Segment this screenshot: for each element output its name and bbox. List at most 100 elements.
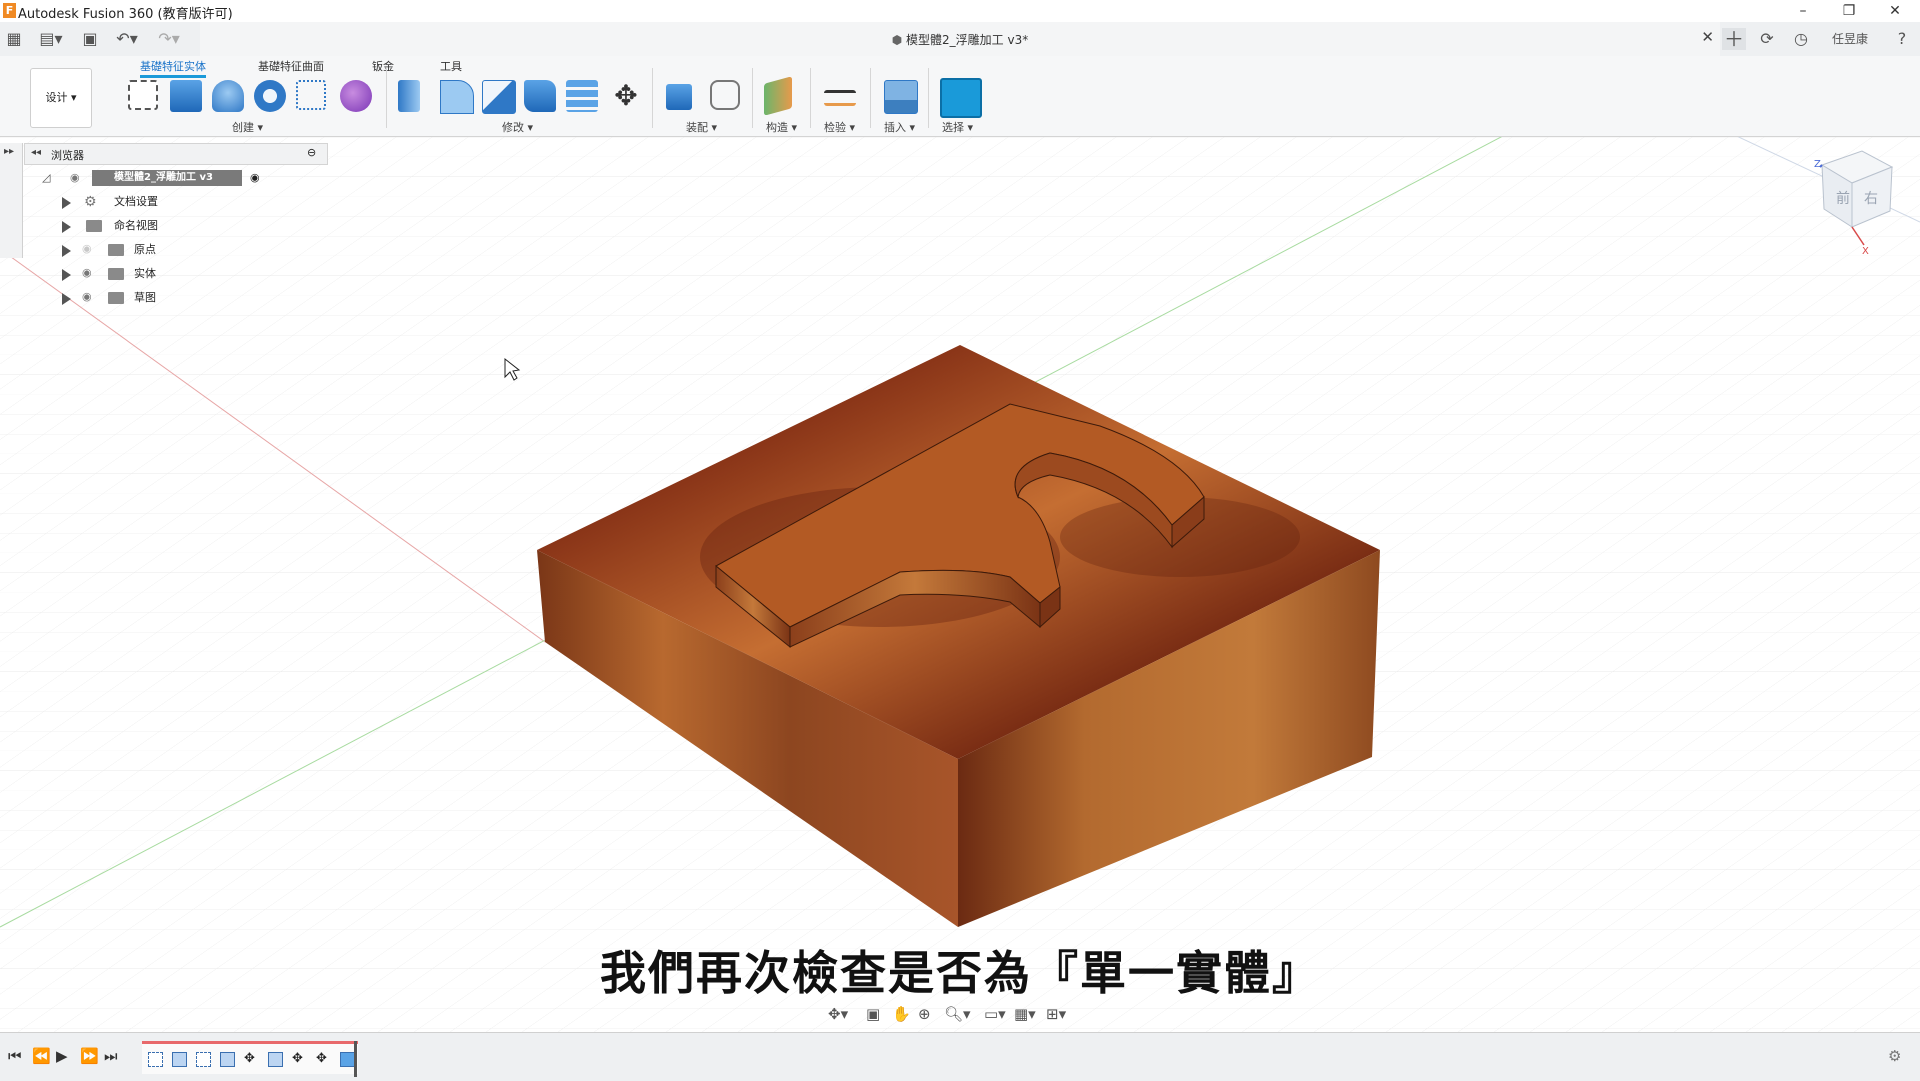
eye-icon[interactable]: ◉	[82, 267, 96, 278]
folder-icon	[108, 244, 124, 256]
timeline-move-icon[interactable]: ✥	[316, 1052, 329, 1065]
zoom-icon[interactable]: ⊕	[918, 1005, 931, 1023]
pattern-icon[interactable]	[296, 80, 326, 110]
browser-header: ◂◂ 浏览器 ⊖	[24, 143, 328, 165]
expand-icon[interactable]	[62, 221, 71, 233]
app-grid-icon[interactable]: ▦	[4, 28, 24, 50]
save-icon[interactable]: ▣	[80, 28, 100, 50]
separator	[810, 68, 811, 128]
help-icon[interactable]: ?	[1892, 28, 1912, 50]
chamfer-icon[interactable]	[482, 80, 516, 114]
group-insert[interactable]: 插入 ▾	[884, 119, 915, 135]
timeline-extrude-icon[interactable]	[268, 1052, 283, 1067]
measure-icon[interactable]	[824, 90, 856, 106]
expand-icon[interactable]	[62, 245, 71, 257]
activate-component-icon[interactable]: ◉	[250, 167, 260, 189]
browser-item-document-settings[interactable]: ⚙ 文档设置	[24, 191, 326, 213]
display-settings-icon[interactable]: ▭▾	[984, 1005, 1006, 1023]
redo-icon[interactable]: ↷▾	[154, 28, 184, 50]
timeline-first-icon[interactable]: ⏮	[8, 1047, 22, 1065]
group-select[interactable]: 选择 ▾	[942, 119, 973, 135]
timeline-sketch-icon[interactable]	[148, 1052, 163, 1067]
press-pull-icon[interactable]	[398, 80, 420, 112]
left-panel-strip[interactable]: ▸▸	[0, 143, 23, 258]
viewcube-z-axis-label: Z	[1814, 159, 1821, 170]
timeline-prev-icon[interactable]: ⏪	[32, 1047, 51, 1065]
fit-icon[interactable]: 🔍︎▾	[944, 1005, 971, 1023]
timeline-play-icon[interactable]: ▶	[56, 1047, 68, 1065]
look-at-icon[interactable]: ▣	[866, 1005, 880, 1023]
fusion-logo-icon: F	[3, 3, 16, 18]
expand-icon[interactable]	[62, 293, 71, 305]
orbit-icon[interactable]: ✥▾	[828, 1005, 848, 1023]
browser-pin-icon[interactable]: ⊖	[307, 146, 316, 159]
eye-hidden-icon[interactable]: ◉	[82, 243, 96, 254]
eye-icon[interactable]: ◉	[70, 172, 84, 183]
restore-button[interactable]: ❐	[1826, 0, 1872, 22]
joint-icon[interactable]	[710, 80, 740, 110]
close-window-button[interactable]: ✕	[1872, 0, 1918, 22]
timeline-combine-icon[interactable]	[340, 1052, 355, 1067]
file-menu-icon[interactable]: ▤▾	[36, 28, 66, 50]
tab-sheet-metal[interactable]: 钣金	[372, 58, 394, 74]
job-status-icon[interactable]: ⟳	[1756, 28, 1778, 50]
extrude-icon[interactable]	[170, 80, 202, 112]
group-modify[interactable]: 修改 ▾	[502, 119, 533, 135]
clock-icon[interactable]: ◷	[1790, 28, 1812, 50]
timeline-move-icon[interactable]: ✥	[292, 1052, 305, 1065]
insert-image-icon[interactable]	[884, 80, 918, 114]
expand-icon[interactable]	[62, 269, 71, 281]
expand-icon[interactable]	[62, 197, 71, 209]
offset-plane-icon[interactable]	[764, 76, 792, 116]
document-tab[interactable]: ⬢ 模型體2_浮雕加工 v3* ✕	[200, 22, 1720, 56]
move-icon[interactable]: ✥	[610, 80, 642, 112]
timeline-move-icon[interactable]: ✥	[244, 1052, 257, 1065]
browser-panel: ◂◂ 浏览器 ⊖ ◿ ◉ 模型體2_浮雕加工 v3 ◉ ⚙ 文档设置 命名视图 …	[24, 143, 328, 305]
undo-icon[interactable]: ↶▾	[112, 28, 142, 50]
grid-settings-icon[interactable]: ▦▾	[1014, 1005, 1036, 1023]
form-icon[interactable]	[340, 80, 372, 112]
select-icon[interactable]	[940, 78, 982, 118]
timeline-sketch-icon[interactable]	[196, 1052, 211, 1067]
timeline-extrude-icon[interactable]	[220, 1052, 235, 1067]
revolve-icon[interactable]	[212, 80, 244, 112]
timeline-extrude-icon[interactable]	[172, 1052, 187, 1067]
expand-panel-icon[interactable]: ▸▸	[4, 146, 14, 157]
group-construct[interactable]: 构造 ▾	[766, 119, 797, 135]
user-name[interactable]: 任昱康	[1828, 28, 1872, 50]
browser-item-label: 原点	[134, 243, 156, 256]
viewports-icon[interactable]: ⊞▾	[1046, 1005, 1066, 1023]
combine-icon[interactable]	[524, 80, 556, 112]
new-tab-icon[interactable]: ＋	[1722, 28, 1746, 50]
fillet-icon[interactable]	[440, 80, 474, 114]
timeline-marker[interactable]	[354, 1041, 357, 1077]
group-assemble[interactable]: 装配 ▾	[686, 119, 717, 135]
document-close-icon[interactable]: ✕	[1701, 28, 1714, 46]
hole-icon[interactable]	[254, 80, 286, 112]
browser-root-row[interactable]: ◿ ◉ 模型體2_浮雕加工 v3 ◉	[24, 167, 326, 189]
tab-solid[interactable]: 基礎特征实体	[140, 58, 206, 78]
shell-icon[interactable]	[566, 80, 598, 112]
minimize-button[interactable]: –	[1780, 0, 1826, 22]
timeline-last-icon[interactable]: ⏭	[104, 1047, 118, 1065]
eye-icon[interactable]: ◉	[82, 291, 96, 302]
create-sketch-icon[interactable]	[128, 80, 158, 110]
document-name: 模型體2_浮雕加工 v3*	[906, 33, 1029, 47]
workspace-switcher[interactable]: 设计 ▾	[30, 68, 92, 128]
pan-icon[interactable]: ✋	[892, 1005, 911, 1023]
browser-item-bodies[interactable]: ◉ 实体	[24, 263, 326, 285]
group-create[interactable]: 创建 ▾	[232, 119, 263, 135]
timeline-next-icon[interactable]: ⏩	[80, 1047, 99, 1065]
tab-surface[interactable]: 基礎特征曲面	[258, 58, 324, 74]
new-component-icon[interactable]	[666, 84, 692, 110]
timeline-track[interactable]: ✥ ✥ ✥	[142, 1041, 358, 1077]
folder-icon	[86, 220, 102, 232]
tab-tools[interactable]: 工具	[440, 58, 462, 74]
group-inspect[interactable]: 检验 ▾	[824, 119, 855, 135]
browser-item-origin[interactable]: ◉ 原点	[24, 239, 326, 261]
root-collapse-icon[interactable]: ◿	[42, 167, 50, 189]
browser-item-named-views[interactable]: 命名视图	[24, 215, 326, 237]
timeline-settings-gear-icon[interactable]: ⚙	[1888, 1047, 1901, 1065]
browser-item-sketches[interactable]: ◉ 草图	[24, 287, 326, 309]
collapse-browser-icon[interactable]: ◂◂	[31, 147, 41, 158]
